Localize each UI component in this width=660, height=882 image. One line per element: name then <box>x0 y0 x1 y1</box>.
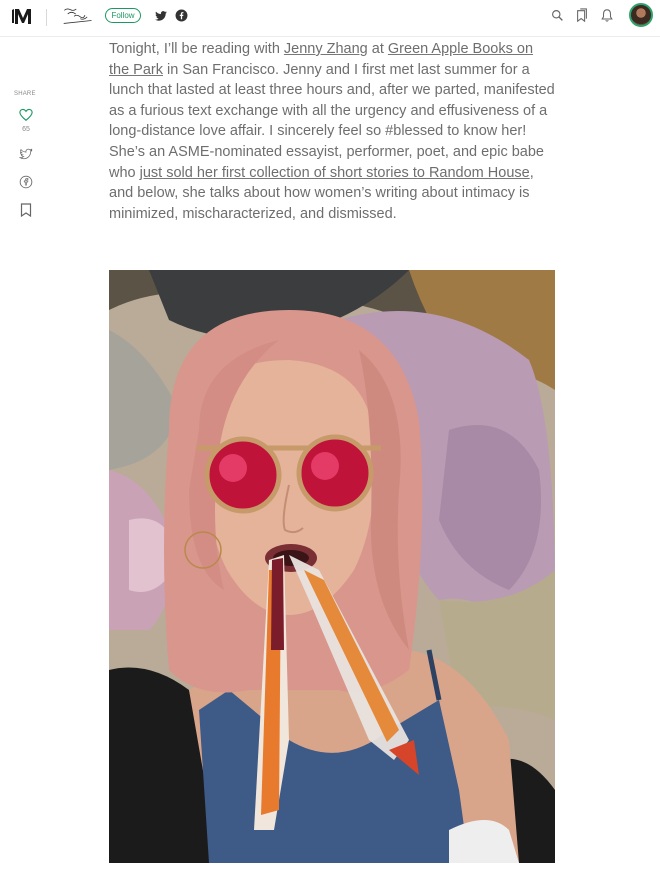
search-icon[interactable] <box>551 9 564 22</box>
share-twitter-icon[interactable] <box>19 147 33 161</box>
share-label: SHARE <box>14 91 36 97</box>
publication-logo-mark <box>63 8 92 24</box>
text-segment: at <box>367 41 388 57</box>
user-avatar[interactable] <box>629 3 653 27</box>
twitter-icon[interactable] <box>154 9 168 23</box>
article-photo <box>109 270 555 863</box>
portrait-image <box>109 270 555 863</box>
article-body: Tonight, I’ll be reading with Jenny Zhan… <box>109 39 555 224</box>
medium-logo-icon[interactable] <box>12 8 34 25</box>
top-navigation-bar: Follow <box>0 0 660 37</box>
text-segment: in San Francisco. Jenny and I first met … <box>109 61 555 181</box>
heart-icon[interactable] <box>19 108 33 122</box>
facebook-icon[interactable] <box>175 9 188 22</box>
nav-divider <box>46 9 47 26</box>
text-segment: Tonight, I’ll be reading with <box>109 41 284 57</box>
follow-button[interactable]: Follow <box>105 8 141 23</box>
link-random-house-news[interactable]: just sold her first collection of short … <box>140 165 530 181</box>
article-paragraph: Tonight, I’ll be reading with Jenny Zhan… <box>109 39 555 224</box>
share-facebook-icon[interactable] <box>19 175 33 189</box>
bookmarks-icon[interactable] <box>575 8 589 23</box>
publication-logo[interactable] <box>59 2 95 29</box>
link-jenny-zhang[interactable]: Jenny Zhang <box>284 41 368 57</box>
recommend-count: 65 <box>22 126 30 133</box>
bell-icon[interactable] <box>600 8 614 23</box>
share-bookmark-icon[interactable] <box>20 203 32 217</box>
